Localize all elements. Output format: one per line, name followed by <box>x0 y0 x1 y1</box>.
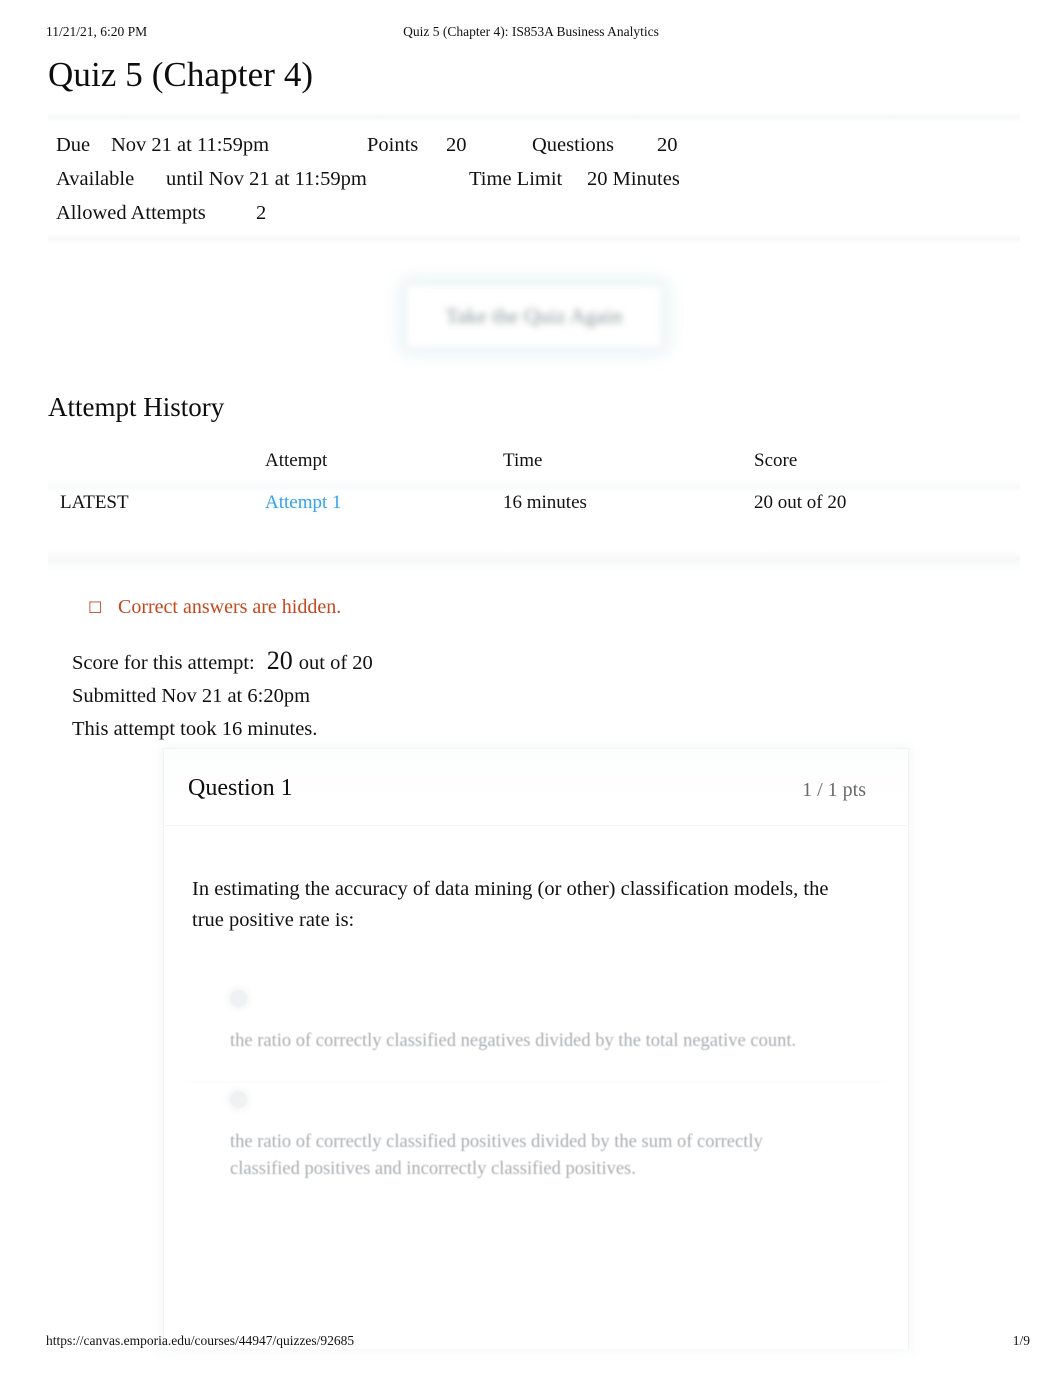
column-header-score: Score <box>754 450 798 471</box>
radio-button-icon[interactable] <box>230 1091 247 1108</box>
retake-quiz-button[interactable]: Take the Quiz Again <box>406 285 662 348</box>
quiz-metadata-row-1: Due Nov 21 at 11:59pm Points 20 Question… <box>56 128 1016 162</box>
points-label: Points <box>367 134 419 156</box>
points-value: 20 <box>446 134 467 156</box>
print-footer-url: https://canvas.emporia.edu/courses/44947… <box>46 1333 355 1348</box>
questions-value: 20 <box>657 134 678 156</box>
divider-top <box>48 112 1020 122</box>
attempt-score-line: Score for this attempt: 20 out of 20 <box>72 644 373 680</box>
hidden-answers-notice-text: Correct answers are hidden. <box>118 596 342 618</box>
time-limit-label: Time Limit <box>469 168 563 190</box>
print-footer: https://canvas.emporia.edu/courses/44947… <box>0 1333 1062 1351</box>
answer-option[interactable]: the ratio of correctly classified negati… <box>192 982 880 1081</box>
print-footer-page-number: 1/9 <box>1012 1333 1030 1348</box>
quiz-metadata-row-2: Available until Nov 21 at 11:59pm Time L… <box>56 162 1016 196</box>
column-header-attempt: Attempt <box>265 450 328 471</box>
question-header: Question 1 1 / 1 pts <box>164 749 908 826</box>
quiz-metadata-row-3: Allowed Attempts 2 <box>56 196 1016 230</box>
table-row: LATEST Attempt 1 16 minutes 20 out of 20 <box>48 492 1020 536</box>
attempt-history-table: Attempt Time Score LATEST Attempt 1 16 m… <box>48 450 1020 572</box>
allowed-attempts-label: Allowed Attempts <box>56 202 206 224</box>
attempt-score-suffix: out of 20 <box>298 652 373 674</box>
question-body: In estimating the accuracy of data minin… <box>164 826 908 1209</box>
page-title: Quiz 5 (Chapter 4) <box>48 55 314 94</box>
question-text: In estimating the accuracy of data minin… <box>192 878 829 931</box>
print-header: 11/21/21, 6:20 PM Quiz 5 (Chapter 4): IS… <box>0 24 1062 42</box>
attempt-history-heading: Attempt History <box>48 392 225 422</box>
answer-option-text: the ratio of correctly classified negati… <box>230 1031 797 1051</box>
attempt-link[interactable]: Attempt 1 <box>265 492 342 514</box>
attempt-summary: Score for this attempt: 20 out of 20 Submi… <box>72 644 373 746</box>
question-points: 1 / 1 pts <box>802 779 866 801</box>
attempt-latest-badge: LATEST <box>60 492 129 513</box>
attempt-duration: This attempt took 16 minutes. <box>72 718 318 740</box>
allowed-attempts-value: 2 <box>256 202 267 224</box>
attempt-score-label: Score for this attempt: <box>72 652 255 674</box>
answer-options: the ratio of correctly classified negati… <box>184 982 888 1209</box>
attempt-time: 16 minutes <box>503 492 587 513</box>
answer-option-text: the ratio of correctly classified positi… <box>230 1132 763 1179</box>
retake-quiz-button-wrapper: Take the Quiz Again <box>406 285 662 348</box>
quiz-metadata: Due Nov 21 at 11:59pm Points 20 Question… <box>56 128 1016 230</box>
table-header-row: Attempt Time Score <box>48 450 1020 480</box>
answer-option[interactable]: the ratio of correctly classified positi… <box>192 1082 880 1209</box>
table-bottom-separator <box>48 550 1020 572</box>
radio-button-icon[interactable] <box>230 990 247 1007</box>
table-row-separator <box>48 480 1020 492</box>
divider-bottom <box>48 234 1020 244</box>
info-circle-icon: ☐ <box>88 598 103 617</box>
print-document-title: Quiz 5 (Chapter 4): IS853A Business Anal… <box>403 24 659 39</box>
question-title: Question 1 <box>188 775 293 801</box>
attempt-score-value: 20 <box>266 646 293 675</box>
due-value: Nov 21 at 11:59pm <box>111 134 270 156</box>
due-label: Due <box>56 134 91 156</box>
available-value: until Nov 21 at 11:59pm <box>166 168 367 190</box>
column-header-time: Time <box>503 450 543 471</box>
hidden-answers-notice: ☐ Correct answers are hidden. <box>88 596 341 619</box>
time-limit-value: 20 Minutes <box>587 168 680 190</box>
attempt-submitted: Submitted Nov 21 at 6:20pm <box>72 685 311 707</box>
questions-label: Questions <box>532 134 614 156</box>
available-label: Available <box>56 168 135 190</box>
attempt-score: 20 out of 20 <box>754 492 847 513</box>
question-card: Question 1 1 / 1 pts In estimating the a… <box>163 748 909 1349</box>
